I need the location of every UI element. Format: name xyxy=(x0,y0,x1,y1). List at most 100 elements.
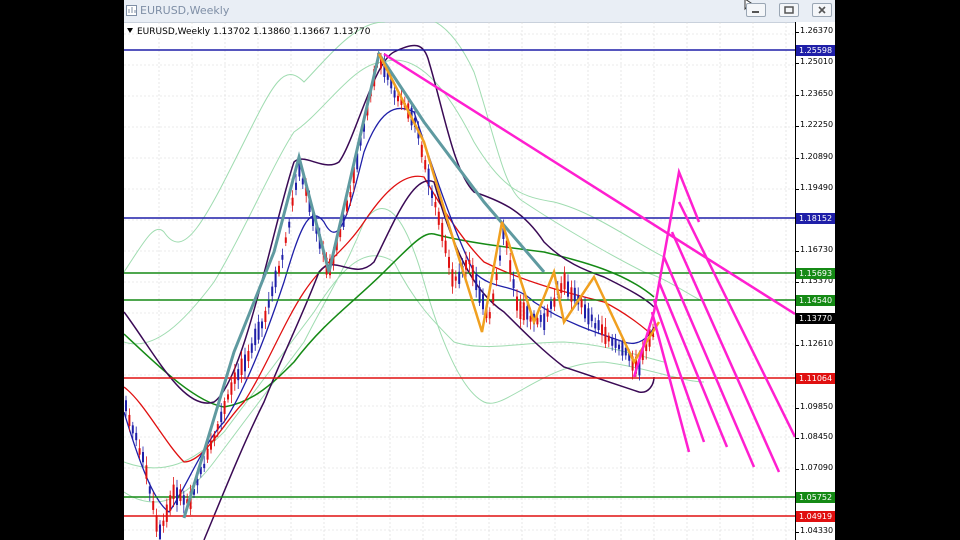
candle-body xyxy=(237,369,240,381)
candle-body xyxy=(512,279,515,289)
axis-tick-mark xyxy=(796,189,799,190)
inner-band-lower xyxy=(124,255,665,469)
axis-tick-label: 1.08450 xyxy=(800,432,834,441)
candle-body xyxy=(567,281,569,297)
axis-tick-label: 1.23650 xyxy=(800,89,834,98)
candle-body xyxy=(601,324,603,336)
candle-body xyxy=(553,297,556,307)
candle-body xyxy=(278,265,280,274)
candle-body xyxy=(162,520,165,526)
candle-body xyxy=(509,260,512,274)
price-chart[interactable] xyxy=(124,22,795,540)
candle-body xyxy=(424,160,427,170)
candle-body xyxy=(135,432,138,441)
title-bar[interactable]: EURUSD,Weekly xyxy=(124,0,835,23)
candle-body xyxy=(550,301,552,309)
axis-tick-mark xyxy=(796,63,799,64)
candle-body xyxy=(288,221,291,228)
candle-body xyxy=(590,314,593,322)
chart-window[interactable]: EURUSD,Weekly EURUSD,Weekly 1.13702 1.13… xyxy=(124,0,835,540)
candle-body xyxy=(230,382,233,395)
candle-body xyxy=(539,315,542,322)
axis-tick-label: 1.07090 xyxy=(800,463,834,472)
candle-body xyxy=(618,344,620,350)
price-level-label: 1.13770 xyxy=(796,313,835,324)
axis-tick-label: 1.26370 xyxy=(800,26,834,35)
magenta-trend-line xyxy=(383,52,795,316)
candle-body xyxy=(431,190,433,198)
candle-body xyxy=(563,272,566,290)
candle-body xyxy=(594,323,597,329)
candle-body xyxy=(145,465,148,479)
axis-tick-label: 1.22250 xyxy=(800,120,834,129)
axis-tick-mark xyxy=(796,408,799,409)
axis-tick-mark xyxy=(796,282,799,283)
candle-body xyxy=(573,287,576,302)
axis-tick-mark xyxy=(796,469,799,470)
ma-red xyxy=(124,175,655,463)
outer-band-lower xyxy=(124,208,705,503)
candle-body xyxy=(543,313,546,331)
close-button[interactable] xyxy=(812,3,832,17)
candle-body xyxy=(233,372,236,384)
candle-body xyxy=(604,326,607,344)
axis-tick-label: 1.09850 xyxy=(800,402,834,411)
candle-body xyxy=(441,222,444,241)
symbol-info: EURUSD,Weekly 1.13702 1.13860 1.13667 1.… xyxy=(127,27,370,37)
candle-body xyxy=(264,310,267,323)
candle-body xyxy=(393,90,396,98)
candle-body xyxy=(434,202,437,208)
candle-body xyxy=(519,301,522,319)
candle-body xyxy=(499,255,501,261)
candle-body xyxy=(546,308,549,317)
maximize-button[interactable] xyxy=(779,3,799,17)
candle-body xyxy=(607,335,610,342)
candle-body xyxy=(621,342,624,356)
ma-green xyxy=(124,233,655,408)
candlesticks xyxy=(125,52,654,540)
candle-body xyxy=(244,354,246,372)
inner-band-upper xyxy=(124,59,665,345)
candle-body xyxy=(148,486,151,494)
candle-body xyxy=(570,287,573,302)
chart-window-icon xyxy=(126,5,137,16)
candle-body xyxy=(216,424,219,430)
candle-body xyxy=(227,394,229,400)
candle-body xyxy=(203,463,206,469)
price-axis: 1.26370 1.25010 1.23650 1.22250 1.20890 1.194… xyxy=(795,22,835,540)
axis-tick-mark xyxy=(796,532,799,533)
axis-tick-mark xyxy=(796,32,799,33)
minimize-icon xyxy=(752,11,759,13)
candle-body xyxy=(257,321,260,340)
window-title: EURUSD,Weekly xyxy=(140,4,230,17)
candle-body xyxy=(182,495,185,505)
axis-tick-mark xyxy=(796,251,799,252)
price-level-label: 1.04919 xyxy=(796,511,835,522)
candle-body xyxy=(397,95,399,102)
minimize-button[interactable] xyxy=(746,3,766,17)
candle-body xyxy=(159,524,161,540)
axis-tick-label: 1.12610 xyxy=(800,339,834,348)
candle-body xyxy=(138,448,141,455)
candle-body xyxy=(295,182,297,190)
price-level-label: 1.11064 xyxy=(796,373,835,384)
candle-body xyxy=(131,425,134,434)
candle-body xyxy=(274,270,277,288)
candle-body xyxy=(169,495,172,511)
candle-body xyxy=(210,440,212,450)
candle-body xyxy=(223,401,226,414)
candle-body xyxy=(125,400,127,412)
envelope-purple-upper xyxy=(124,44,655,404)
candle-body xyxy=(142,452,144,463)
axis-tick-label: 1.04330 xyxy=(800,526,834,535)
candle-body xyxy=(444,240,447,254)
axis-tick-mark xyxy=(796,345,799,346)
magenta-fan-4 xyxy=(662,256,756,468)
magenta-zigzag xyxy=(632,167,701,378)
price-level-label: 1.15693 xyxy=(796,268,835,279)
candle-body xyxy=(611,337,614,346)
axis-tick-mark xyxy=(796,95,799,96)
candle-body xyxy=(128,414,131,427)
candle-body xyxy=(597,320,600,331)
candle-body xyxy=(349,191,352,198)
